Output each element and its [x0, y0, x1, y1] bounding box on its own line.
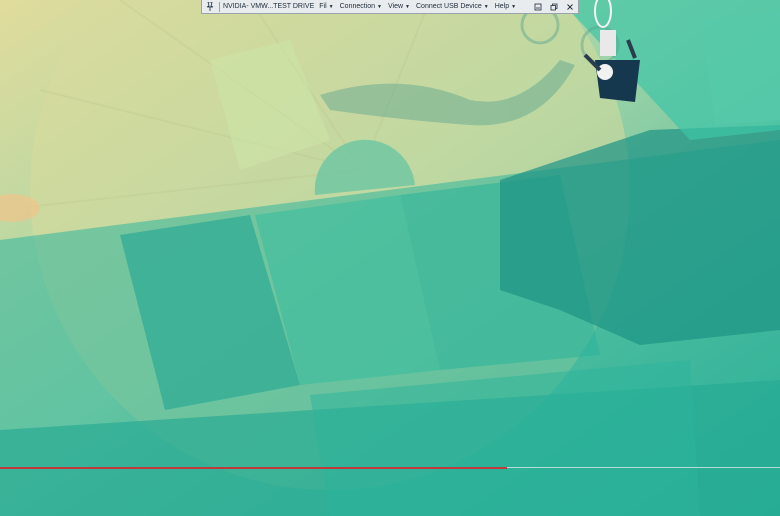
menu-connection-label: Connection [339, 3, 376, 10]
chevron-down-icon: ▼ [483, 3, 489, 10]
video-frame-skatepark [0, 0, 780, 516]
chevron-down-icon: ▼ [511, 3, 517, 10]
menu-connect-usb-label: Connect USB Device [416, 3, 482, 10]
pin-icon[interactable] [204, 1, 216, 13]
menu-help-label: Help [494, 3, 510, 10]
menu-connection[interactable]: Connection ▼ [340, 3, 382, 10]
remote-session-toolbar: NVIDIA- VMW...TEST DRIVE Fil ▼ Connection… [201, 0, 579, 14]
video-progress-played[interactable] [0, 467, 507, 469]
close-icon[interactable] [565, 2, 574, 11]
menu-help[interactable]: Help ▼ [495, 3, 516, 10]
restore-icon[interactable] [549, 2, 558, 11]
menu-file-label: Fil [319, 3, 327, 10]
minimize-icon[interactable] [533, 2, 542, 11]
menu-view-label: View [388, 3, 404, 10]
toolbar-divider [219, 1, 220, 12]
window-controls [533, 2, 574, 11]
chevron-down-icon: ▼ [405, 3, 410, 10]
chevron-down-icon: ▼ [328, 3, 334, 10]
menu-file[interactable]: Fil ▼ [319, 3, 333, 10]
video-progress-remaining[interactable] [507, 467, 780, 468]
menu-connect-usb[interactable]: Connect USB Device ▼ [416, 3, 489, 10]
menu-view[interactable]: View ▼ [388, 3, 410, 10]
session-title: NVIDIA- VMW...TEST DRIVE [223, 3, 315, 10]
chevron-down-icon: ▼ [377, 3, 382, 10]
